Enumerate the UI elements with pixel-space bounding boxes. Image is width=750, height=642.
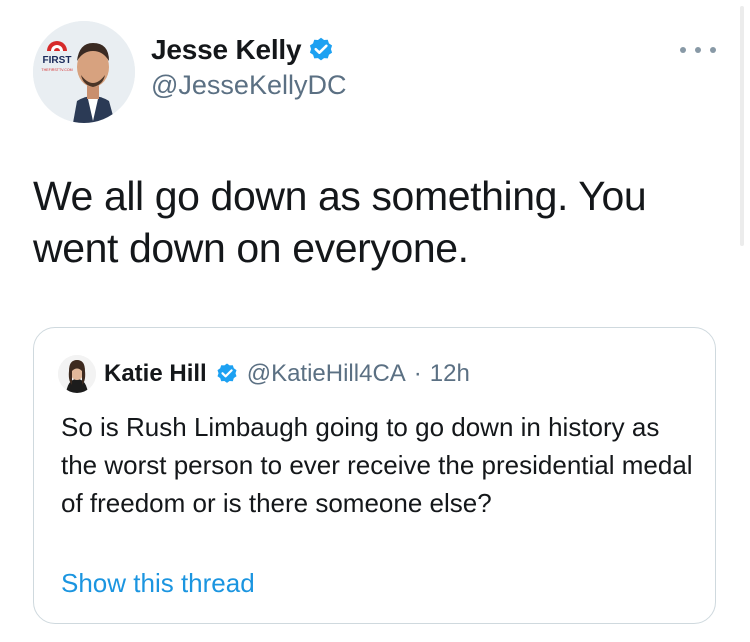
author-avatar[interactable]: FIRST THEFIRSTTV.COM xyxy=(33,21,135,123)
quoted-text: So is Rush Limbaugh going to go down in … xyxy=(61,412,693,518)
tweet-card: FIRST THEFIRSTTV.COM Jesse Kelly @JesseK… xyxy=(0,0,750,642)
author-block: Jesse Kelly @JesseKellyDC xyxy=(151,34,346,101)
dot xyxy=(695,47,701,53)
author-handle[interactable]: @JesseKellyDC xyxy=(151,70,346,101)
verified-badge-icon xyxy=(307,36,335,64)
quoted-author-handle[interactable]: @KatieHill4CA xyxy=(247,360,406,388)
logo-subtext: THEFIRSTTV.COM xyxy=(41,68,72,72)
scrollbar[interactable] xyxy=(740,6,744,246)
quoted-header: Katie Hill @KatieHill4CA · 12h xyxy=(58,355,470,393)
logo-text: FIRST xyxy=(43,55,72,66)
separator-dot: · xyxy=(413,360,422,387)
author-name-row: Jesse Kelly xyxy=(151,34,346,66)
quoted-timestamp[interactable]: 12h xyxy=(430,360,470,388)
author-name[interactable]: Jesse Kelly xyxy=(151,34,302,66)
quoted-tweet[interactable]: Katie Hill @KatieHill4CA · 12h So is Rus… xyxy=(33,327,716,624)
quoted-author-name[interactable]: Katie Hill xyxy=(104,360,207,388)
dot xyxy=(710,47,716,53)
show-thread-link[interactable]: Show this thread xyxy=(61,568,255,599)
dot xyxy=(680,47,686,53)
verified-badge-icon xyxy=(215,362,239,386)
tweet-text: We all go down as something. You went do… xyxy=(33,173,647,271)
more-options-icon[interactable] xyxy=(680,42,716,58)
quoted-avatar xyxy=(58,355,96,393)
